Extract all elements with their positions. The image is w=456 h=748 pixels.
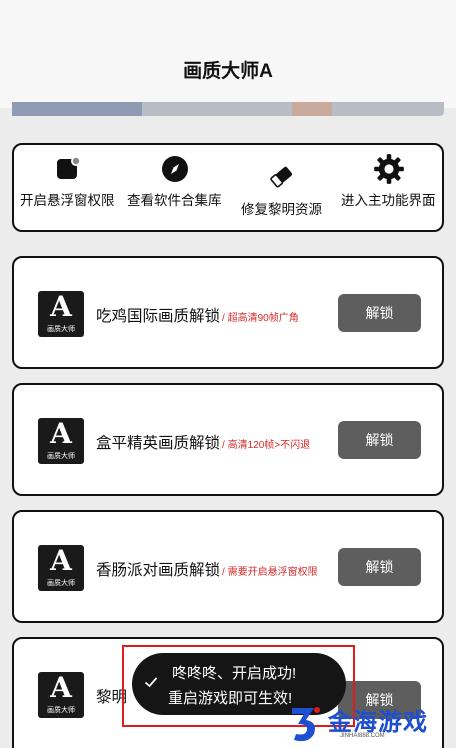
quick-actions-bar: 开启悬浮窗权限 查看软件合集库 修复黎明资源 进入主功能界面 [12,143,444,232]
app-badge-icon [56,156,81,179]
logo-caption: 画质大师 [47,580,75,587]
unlock-button[interactable]: 解锁 [338,548,421,586]
card-tag: / 超高清90帧广角 [222,313,299,324]
unlock-card-sausage-party: A 画质大师 香肠派对画质解锁 / 需要开启悬浮窗权限 解锁 [12,510,444,623]
eraser-icon [269,166,292,188]
toast-line: 重启游戏即可生效! [168,690,293,707]
watermark-text: 金海游戏 [328,709,428,736]
logo-caption: 画质大师 [47,453,75,460]
logo-letter: A [50,290,72,323]
logo-letter: A [50,544,72,577]
banner-image[interactable] [12,102,444,116]
quick-action-label: 查看软件合集库 [127,193,222,208]
card-title: 吃鸡国际画质解锁 / 超高清90帧广角 [96,304,299,326]
app-header: 画质大师A [0,0,456,108]
watermark-logo-icon [292,707,320,742]
quick-action-float-permission[interactable]: 开启悬浮窗权限 [14,145,121,230]
site-watermark: 金海游戏 JINHAI888.COM [286,700,454,746]
unlock-button[interactable]: 解锁 [338,294,421,332]
card-title-text: 香肠派对画质解锁 [96,562,221,579]
logo-caption: 画质大师 [47,707,75,714]
banner-fragment [12,102,142,116]
card-title-text: 盒平精英画质解锁 [96,435,221,452]
card-tag: / 高清120帧>不闪退 [222,440,311,451]
app-logo: A 画质大师 [38,291,84,337]
card-title: 香肠派对画质解锁 / 需要开启悬浮窗权限 [96,558,318,580]
card-tag: / 需要开启悬浮窗权限 [222,567,318,578]
unlock-button[interactable]: 解锁 [338,421,421,459]
check-icon [144,677,158,688]
quick-action-label: 开启悬浮窗权限 [20,193,115,208]
quick-action-software-library[interactable]: 查看软件合集库 [121,145,228,230]
logo-caption: 画质大师 [47,326,75,333]
watermark-url: JINHAI888.COM [340,733,385,739]
gear-icon [373,154,404,184]
quick-action-repair-resources[interactable]: 修复黎明资源 [228,145,335,230]
toast-line: 咚咚咚、开启成功! [172,665,297,682]
page-title: 画质大师A [183,61,273,82]
app-logo: A 画质大师 [38,418,84,464]
quick-action-main-interface[interactable]: 进入主功能界面 [335,145,442,230]
logo-letter: A [50,417,72,450]
compass-icon [161,156,188,182]
unlock-card-peace-elite: A 画质大师 盒平精英画质解锁 / 高清120帧>不闪退 解锁 [12,383,444,496]
app-logo: A 画质大师 [38,545,84,591]
quick-action-label: 修复黎明资源 [241,202,322,217]
unlock-card-pubg-intl: A 画质大师 吃鸡国际画质解锁 / 超高清90帧广角 解锁 [12,256,444,369]
quick-action-label: 进入主功能界面 [341,193,436,208]
card-title-text: 吃鸡国际画质解锁 [96,308,221,325]
card-title: 盒平精英画质解锁 / 高清120帧>不闪退 [96,431,310,453]
banner-fragment [292,102,332,116]
logo-letter: A [50,671,72,704]
app-logo: A 画质大师 [38,672,84,718]
